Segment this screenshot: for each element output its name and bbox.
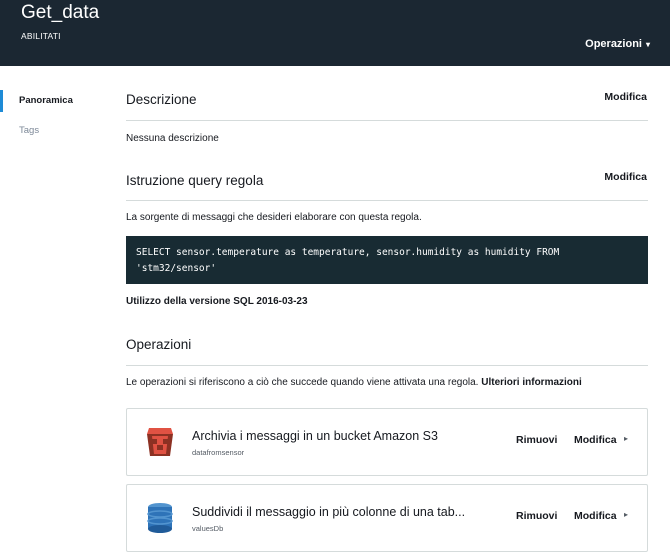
description-title: Descrizione	[126, 92, 197, 107]
query-intro: La sorgente di messaggi che desideri ela…	[126, 212, 422, 223]
sidebar: Panoramica Tags	[0, 66, 110, 555]
edit-query-button[interactable]: Modifica	[604, 171, 647, 183]
actions-intro-text: Le operazioni si riferiscono a ciò che s…	[126, 377, 479, 388]
chevron-right-icon[interactable]: ▸	[624, 510, 628, 519]
main-content: Descrizione Modifica Nessuna descrizione…	[126, 66, 648, 555]
operations-menu-button[interactable]: Operazioni ▾	[585, 38, 650, 50]
divider	[126, 365, 648, 366]
sql-query-code: SELECT sensor.temperature as temperature…	[126, 236, 648, 284]
action-name: Suddividi il messaggio in più colonne di…	[192, 505, 466, 519]
page-title: Get_data	[21, 2, 100, 23]
divider	[126, 200, 648, 201]
remove-action-button[interactable]: Rimuovi	[516, 510, 557, 522]
description-text: Nessuna descrizione	[126, 133, 219, 144]
chevron-right-icon[interactable]: ▸	[624, 434, 628, 443]
actions-intro: Le operazioni si riferiscono a ciò che s…	[126, 377, 582, 388]
status-badge: ABILITATI	[21, 31, 61, 41]
query-title: Istruzione query regola	[126, 173, 264, 188]
sql-version: Utilizzo della versione SQL 2016-03-23	[126, 296, 308, 307]
remove-action-button[interactable]: Rimuovi	[516, 434, 557, 446]
divider	[126, 120, 648, 121]
edit-description-button[interactable]: Modifica	[604, 91, 647, 103]
sidebar-item-tags[interactable]: Tags	[0, 120, 110, 142]
action-card: Suddividi il messaggio in più colonne di…	[126, 484, 648, 552]
action-detail: valuesDb	[192, 524, 224, 533]
dynamodb-icon	[147, 503, 173, 533]
modify-action-button[interactable]: Modifica	[574, 510, 617, 522]
s3-bucket-icon	[147, 428, 173, 456]
action-name: Archivia i messaggi in un bucket Amazon …	[192, 429, 438, 443]
modify-action-button[interactable]: Modifica	[574, 434, 617, 446]
page-header: Get_data ABILITATI Operazioni ▾	[0, 0, 670, 66]
more-info-link[interactable]: Ulteriori informazioni	[481, 377, 582, 388]
chevron-down-icon: ▾	[645, 40, 650, 49]
operations-menu-label: Operazioni	[585, 38, 642, 50]
sidebar-item-panoramica[interactable]: Panoramica	[0, 90, 110, 112]
actions-title: Operazioni	[126, 337, 192, 352]
action-card: Archivia i messaggi in un bucket Amazon …	[126, 408, 648, 476]
action-detail: datafromsensor	[192, 448, 245, 457]
